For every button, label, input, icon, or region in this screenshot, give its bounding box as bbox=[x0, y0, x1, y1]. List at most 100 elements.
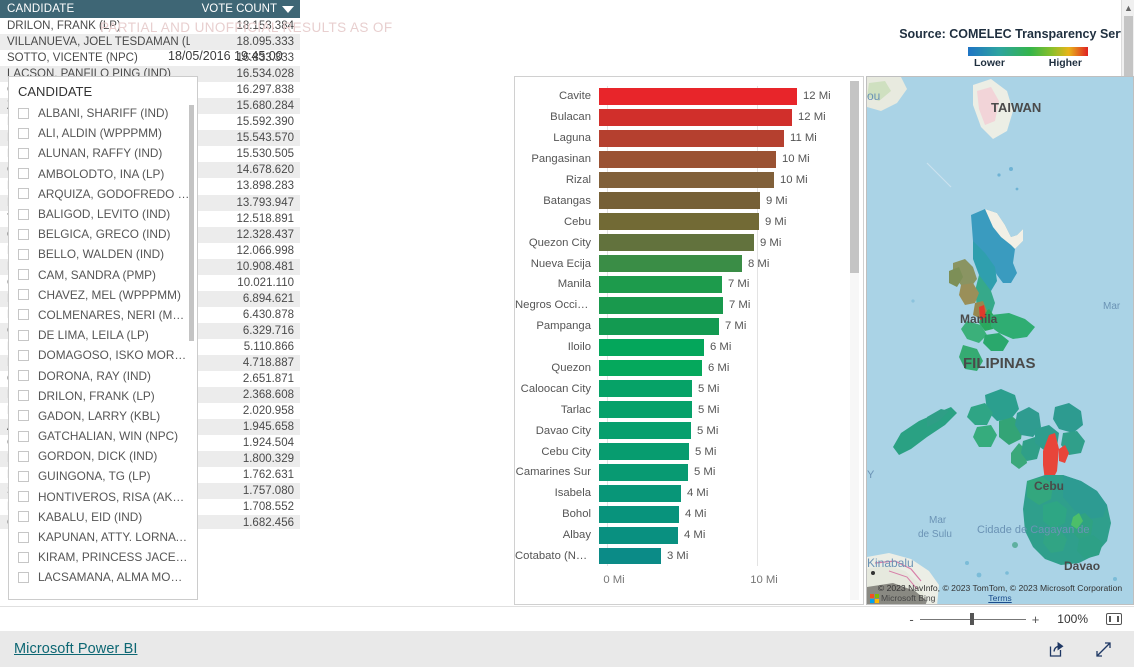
bar-chart-row[interactable]: Davao City 5 Mi bbox=[515, 420, 839, 441]
slicer-checkbox-icon[interactable] bbox=[18, 107, 29, 119]
slicer-checkbox-icon[interactable] bbox=[18, 390, 29, 402]
chart-scrollbar-thumb[interactable] bbox=[850, 81, 859, 273]
bar-chart-row[interactable]: Manila 7 Mi bbox=[515, 274, 839, 295]
slicer-checkbox-icon[interactable] bbox=[18, 309, 29, 321]
slicer-item[interactable]: DOMAGOSO, ISKO MORENO (... bbox=[18, 345, 197, 365]
slicer-checkbox-icon[interactable] bbox=[18, 491, 29, 503]
fullscreen-icon[interactable] bbox=[1095, 641, 1112, 658]
bar[interactable] bbox=[599, 317, 719, 335]
map-terms-link[interactable]: Terms bbox=[988, 593, 1011, 603]
slicer-checkbox-icon[interactable] bbox=[18, 430, 29, 442]
bar-chart-row[interactable]: Tarlac 5 Mi bbox=[515, 399, 839, 420]
zoom-toolbar[interactable]: - + 100% bbox=[0, 606, 1134, 631]
bar-chart-row[interactable]: Rizal 10 Mi bbox=[515, 170, 839, 191]
slicer-item[interactable]: ALUNAN, RAFFY (IND) bbox=[18, 143, 197, 163]
bar[interactable] bbox=[599, 505, 679, 523]
bar[interactable] bbox=[599, 296, 723, 314]
bar[interactable] bbox=[599, 192, 760, 210]
bar[interactable] bbox=[599, 359, 702, 377]
slicer-checkbox-icon[interactable] bbox=[18, 289, 29, 301]
slicer-checkbox-icon[interactable] bbox=[18, 450, 29, 462]
bar[interactable] bbox=[599, 150, 776, 168]
slicer-item[interactable]: KAPUNAN, ATTY. LORNA (AKSY... bbox=[18, 527, 197, 547]
slicer-checkbox-icon[interactable] bbox=[18, 470, 29, 482]
map-canvas[interactable]: TAIWAN FILIPINAS Manila Cebu Davao Mar Mar de S… bbox=[867, 77, 1133, 604]
votes-by-province-bar-chart[interactable]: Cavite 12 Mi Bulacan 12 Mi Laguna 11 Mi Pangas… bbox=[514, 76, 864, 605]
bar[interactable] bbox=[599, 338, 704, 356]
zoom-slider[interactable] bbox=[919, 613, 1026, 625]
bar[interactable] bbox=[599, 255, 742, 273]
bar-chart-row[interactable]: Batangas 9 Mi bbox=[515, 190, 839, 211]
slicer-item[interactable]: DE LIMA, LEILA (LP) bbox=[18, 325, 197, 345]
philippines-choropleth-map[interactable]: TAIWAN FILIPINAS Manila Cebu Davao Mar Mar de S… bbox=[866, 76, 1134, 605]
bar-chart-row[interactable]: Camarines Sur 5 Mi bbox=[515, 462, 839, 483]
chart-plot-area[interactable]: Cavite 12 Mi Bulacan 12 Mi Laguna 11 Mi Pangas… bbox=[515, 86, 839, 566]
table-row[interactable]: VILLANUEVA, JOEL TESDAMAN (LP) 18.095.333 bbox=[0, 34, 300, 51]
bar[interactable] bbox=[599, 547, 661, 565]
bar[interactable] bbox=[599, 129, 784, 147]
bar-chart-row[interactable]: Bohol 4 Mi bbox=[515, 504, 839, 525]
bar-chart-row[interactable]: Iloilo 6 Mi bbox=[515, 337, 839, 358]
slicer-item[interactable]: CHAVEZ, MEL (WPPPMM) bbox=[18, 285, 197, 305]
slicer-item[interactable]: DRILON, FRANK (LP) bbox=[18, 386, 197, 406]
bar[interactable] bbox=[599, 443, 689, 461]
bar[interactable] bbox=[599, 171, 774, 189]
slicer-item[interactable]: KABALU, EID (IND) bbox=[18, 507, 197, 527]
bar-chart-row[interactable]: Cotabato (No... 3 Mi bbox=[515, 546, 839, 567]
slicer-checkbox-icon[interactable] bbox=[18, 168, 29, 180]
slicer-item[interactable]: KIRAM, PRINCESS JACEL (UNA) bbox=[18, 547, 197, 567]
share-icon[interactable] bbox=[1048, 641, 1065, 658]
slicer-checkbox-icon[interactable] bbox=[18, 329, 29, 341]
bar-chart-row[interactable]: Albay 4 Mi bbox=[515, 525, 839, 546]
slicer-item[interactable]: AMBOLODTO, INA (LP) bbox=[18, 164, 197, 184]
zoom-in-button[interactable]: + bbox=[1026, 612, 1046, 627]
bar-chart-row[interactable]: Cavite 12 Mi bbox=[515, 86, 839, 107]
slicer-item[interactable]: BELGICA, GRECO (IND) bbox=[18, 224, 197, 244]
bar-chart-row[interactable]: Pangasinan 10 Mi bbox=[515, 149, 839, 170]
bar[interactable] bbox=[599, 380, 692, 398]
slicer-checkbox-icon[interactable] bbox=[18, 147, 29, 159]
slicer-checkbox-icon[interactable] bbox=[18, 410, 29, 422]
slicer-checkbox-icon[interactable] bbox=[18, 370, 29, 382]
slicer-item[interactable]: GUINGONA, TG (LP) bbox=[18, 466, 197, 486]
scroll-up-icon[interactable]: ▲ bbox=[1122, 1, 1134, 15]
slicer-item[interactable]: BELLO, WALDEN (IND) bbox=[18, 244, 197, 264]
slicer-checkbox-icon[interactable] bbox=[18, 127, 29, 139]
bar-chart-row[interactable]: Caloocan City 5 Mi bbox=[515, 378, 839, 399]
column-header-vote-count[interactable]: VOTE COUNT bbox=[190, 3, 300, 15]
slicer-checkbox-icon[interactable] bbox=[18, 349, 29, 361]
bar-chart-row[interactable]: Bulacan 12 Mi bbox=[515, 107, 839, 128]
bar-chart-row[interactable]: Laguna 11 Mi bbox=[515, 128, 839, 149]
powerbi-brand-link[interactable]: Microsoft Power BI bbox=[14, 641, 137, 657]
bar[interactable] bbox=[599, 234, 754, 252]
bar-chart-row[interactable]: Quezon City 9 Mi bbox=[515, 232, 839, 253]
bar-chart-row[interactable]: Cebu City 5 Mi bbox=[515, 441, 839, 462]
bar[interactable] bbox=[599, 526, 678, 544]
slicer-item[interactable]: CAM, SANDRA (PMP) bbox=[18, 265, 197, 285]
table-header-row[interactable]: CANDIDATE VOTE COUNT bbox=[0, 0, 300, 18]
column-header-candidate[interactable]: CANDIDATE bbox=[0, 3, 190, 15]
slicer-checkbox-icon[interactable] bbox=[18, 188, 29, 200]
bar[interactable] bbox=[599, 464, 688, 481]
bar-chart-row[interactable]: Isabela 4 Mi bbox=[515, 483, 839, 504]
bar[interactable] bbox=[599, 276, 722, 293]
bar[interactable] bbox=[599, 88, 797, 105]
slicer-checkbox-icon[interactable] bbox=[18, 228, 29, 240]
bar-chart-row[interactable]: Negros Occid... 7 Mi bbox=[515, 295, 839, 316]
slicer-item[interactable]: LACSAMANA, ALMA MORENO ... bbox=[18, 567, 197, 587]
bar-chart-row[interactable]: Pampanga 7 Mi bbox=[515, 316, 839, 337]
slicer-checkbox-icon[interactable] bbox=[18, 248, 29, 260]
zoom-slider-handle[interactable] bbox=[969, 613, 974, 625]
bar-chart-row[interactable]: Cebu 9 Mi bbox=[515, 211, 839, 232]
slicer-checkbox-icon[interactable] bbox=[18, 531, 29, 543]
slicer-checkbox-icon[interactable] bbox=[18, 551, 29, 563]
bar[interactable] bbox=[599, 108, 792, 126]
slicer-scrollbar-thumb[interactable] bbox=[189, 105, 194, 341]
slicer-item[interactable]: COLMENARES, NERI (MKBYN) bbox=[18, 305, 197, 325]
slicer-item[interactable]: ARQUIZA, GODOFREDO (IND) bbox=[18, 184, 197, 204]
slicer-item[interactable]: GADON, LARRY (KBL) bbox=[18, 406, 197, 426]
slicer-item-list[interactable]: ALBANI, SHARIFF (IND) ALI, ALDIN (WPPPMM)… bbox=[9, 103, 197, 589]
slicer-item[interactable]: HONTIVEROS, RISA (AKBYN) bbox=[18, 487, 197, 507]
bar-chart-row[interactable]: Quezon 6 Mi bbox=[515, 358, 839, 379]
slicer-item[interactable]: ALBANI, SHARIFF (IND) bbox=[18, 103, 197, 123]
